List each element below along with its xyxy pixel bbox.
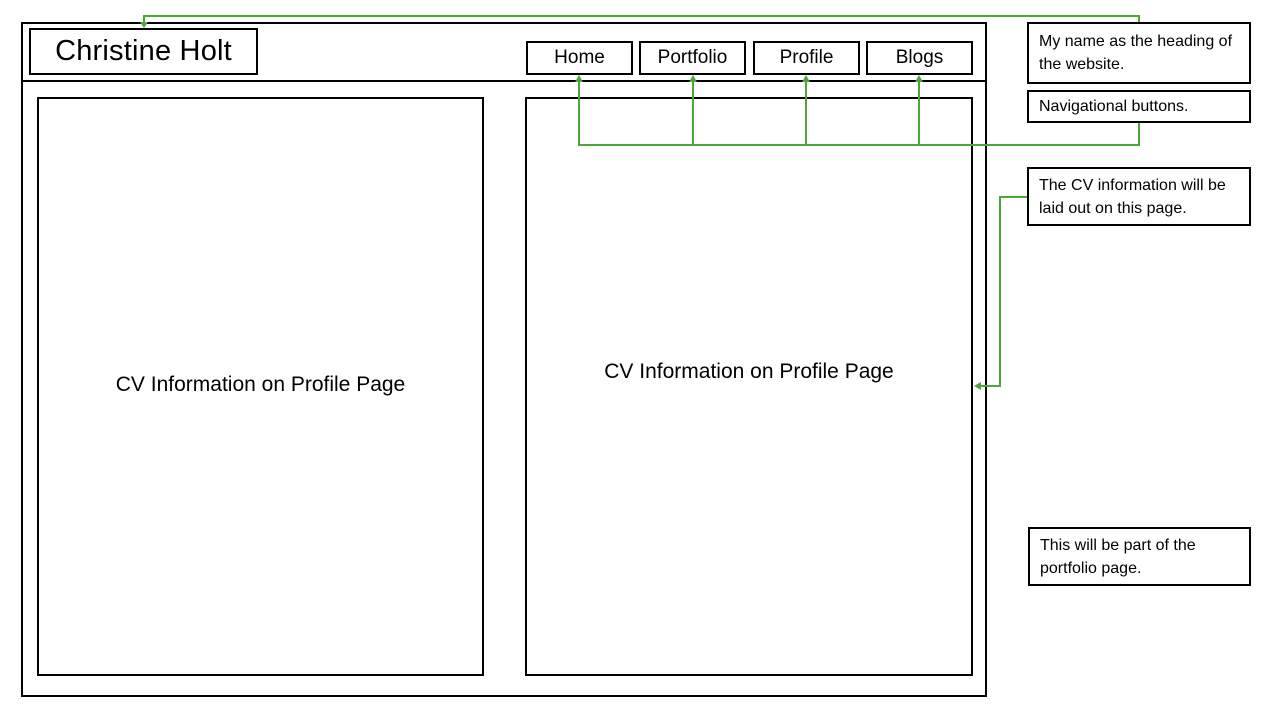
annotation-cv-layout: The CV information will be laid out on t… bbox=[1027, 167, 1251, 226]
header-divider bbox=[21, 80, 987, 82]
annotation-heading: My name as the heading of the website. bbox=[1027, 22, 1251, 84]
cv-panel-right-label: CV Information on Profile Page bbox=[604, 360, 894, 383]
cv-panel-left: CV Information on Profile Page bbox=[37, 97, 484, 676]
cv-panel-left-label: CV Information on Profile Page bbox=[115, 373, 406, 396]
nav-button-blogs[interactable]: Blogs bbox=[866, 41, 973, 75]
annotation-portfolio: This will be part of the portfolio page. bbox=[1028, 527, 1251, 586]
annotation-navigation: Navigational buttons. bbox=[1027, 90, 1251, 123]
nav-button-profile[interactable]: Profile bbox=[753, 41, 860, 75]
nav-button-portfolio[interactable]: Portfolio bbox=[639, 41, 746, 75]
site-title: Christine Holt bbox=[29, 28, 258, 75]
cv-panel-right: CV Information on Profile Page bbox=[525, 97, 973, 676]
nav-button-home[interactable]: Home bbox=[526, 41, 633, 75]
